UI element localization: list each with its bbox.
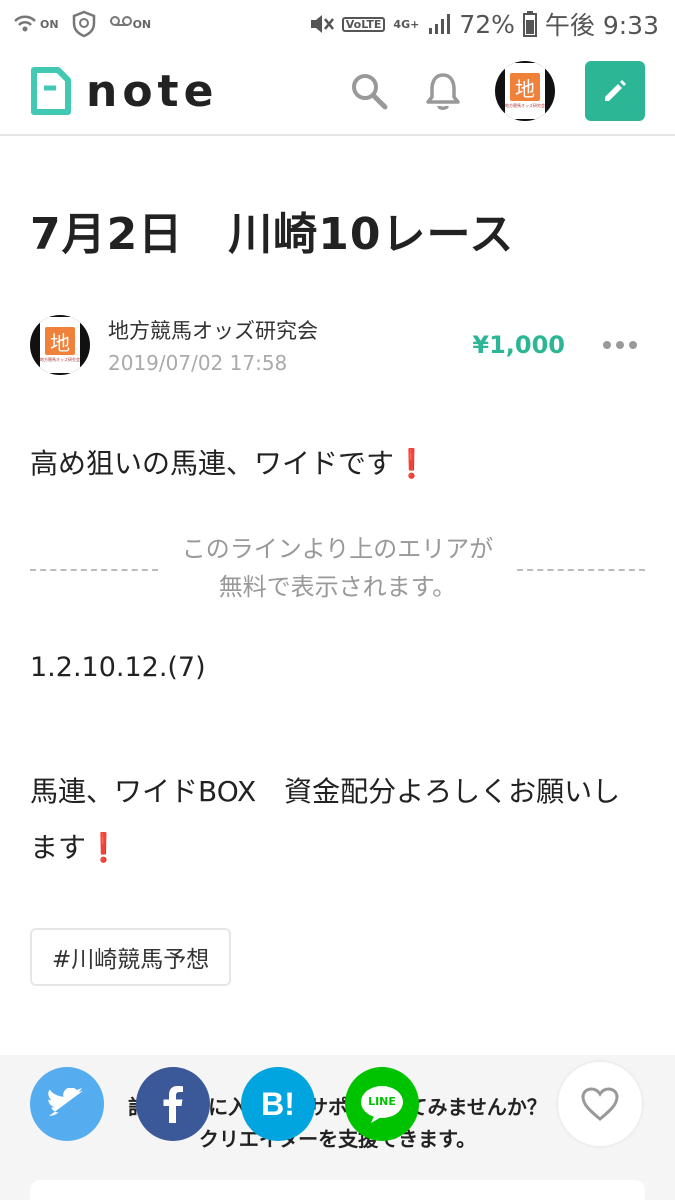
note-logo-icon <box>30 66 72 116</box>
mute-icon <box>308 11 334 37</box>
paragraph-picks: 1.2.10.12.(7) <box>30 652 206 683</box>
app-header: note 地 地方競馬オッズ研究会 <box>0 48 675 136</box>
support-card <box>30 1180 645 1200</box>
user-avatar[interactable]: 地 地方競馬オッズ研究会 <box>495 61 555 121</box>
battery-icon <box>522 11 537 37</box>
paywall-divider: このラインより上のエリアが 無料で表示されます。 <box>30 528 645 608</box>
note-logo[interactable]: note <box>30 66 218 117</box>
divider-dash-left <box>30 569 158 571</box>
line-label: LINE <box>368 1095 396 1108</box>
pencil-icon <box>605 80 626 101</box>
facebook-share-button[interactable] <box>136 1067 210 1141</box>
facebook-icon <box>163 1086 183 1123</box>
like-button[interactable] <box>556 1060 644 1148</box>
publish-date: 2019/07/02 17:58 <box>108 351 288 375</box>
network-label: 4G+ <box>393 17 420 31</box>
twitter-share-button[interactable] <box>30 1067 104 1141</box>
paragraph-intro: 高め狙いの馬連、ワイドです❗ <box>30 442 429 482</box>
battery-percent: 72% <box>459 9 515 39</box>
shield-icon <box>71 10 97 38</box>
exclamation-icon: ❗ <box>394 447 429 480</box>
clock: 午後 9:33 <box>544 11 659 40</box>
volte-icon: VoLTE <box>341 16 386 32</box>
signal-icon <box>427 12 451 36</box>
heart-icon <box>581 1087 619 1121</box>
paragraph-betting: 馬連、ワイドBOX 資金配分よろしくお願いします❗ <box>30 764 645 876</box>
paragraph-intro-text: 高め狙いの馬連、ワイドです <box>30 447 395 480</box>
author-avatar[interactable]: 地 地方競馬オッズ研究会 <box>30 315 90 375</box>
volte-label: VoLTE <box>345 17 382 31</box>
author-avatar-char: 地 <box>45 327 75 355</box>
hashtag-chip[interactable]: #川崎競馬予想 <box>30 928 232 986</box>
bell-icon[interactable] <box>421 69 465 113</box>
hatena-bookmark-share-button[interactable]: B! <box>241 1067 315 1141</box>
search-icon[interactable] <box>347 69 391 113</box>
voicemail-icon: ON <box>109 12 152 36</box>
wifi-calling-icon: ON <box>12 9 59 39</box>
divider-text-line-1: このラインより上のエリアが <box>181 535 494 563</box>
logo-text: note <box>86 65 219 117</box>
author-avatar-caption: 地方競馬オッズ研究会 <box>40 357 80 362</box>
status-bar: ON ON VoLTE 4G+ 72% 午後 9:33 <box>0 0 675 48</box>
avatar-caption: 地方競馬オッズ研究会 <box>505 103 545 108</box>
line-share-button[interactable]: LINE <box>345 1067 419 1141</box>
divider-text-line-2: 無料で表示されます。 <box>218 573 457 601</box>
article-title: 7月2日 川崎10レース <box>30 209 515 260</box>
write-post-button[interactable] <box>585 61 645 121</box>
divider-dash-right <box>517 569 645 571</box>
more-options-icon[interactable] <box>603 341 637 349</box>
twitter-icon <box>48 1088 84 1116</box>
hatena-icon: B! <box>261 1085 295 1122</box>
voicemail-on-label: ON <box>132 17 152 31</box>
author-row: 地 地方競馬オッズ研究会 地方競馬オッズ研究会 2019/07/02 17:58… <box>30 312 645 378</box>
price-label: ¥1,000 <box>472 331 565 359</box>
wifi-on-label: ON <box>40 17 59 31</box>
author-name[interactable]: 地方競馬オッズ研究会 <box>108 315 318 345</box>
exclamation-icon: ❗ <box>86 831 121 864</box>
avatar-char: 地 <box>510 73 540 101</box>
